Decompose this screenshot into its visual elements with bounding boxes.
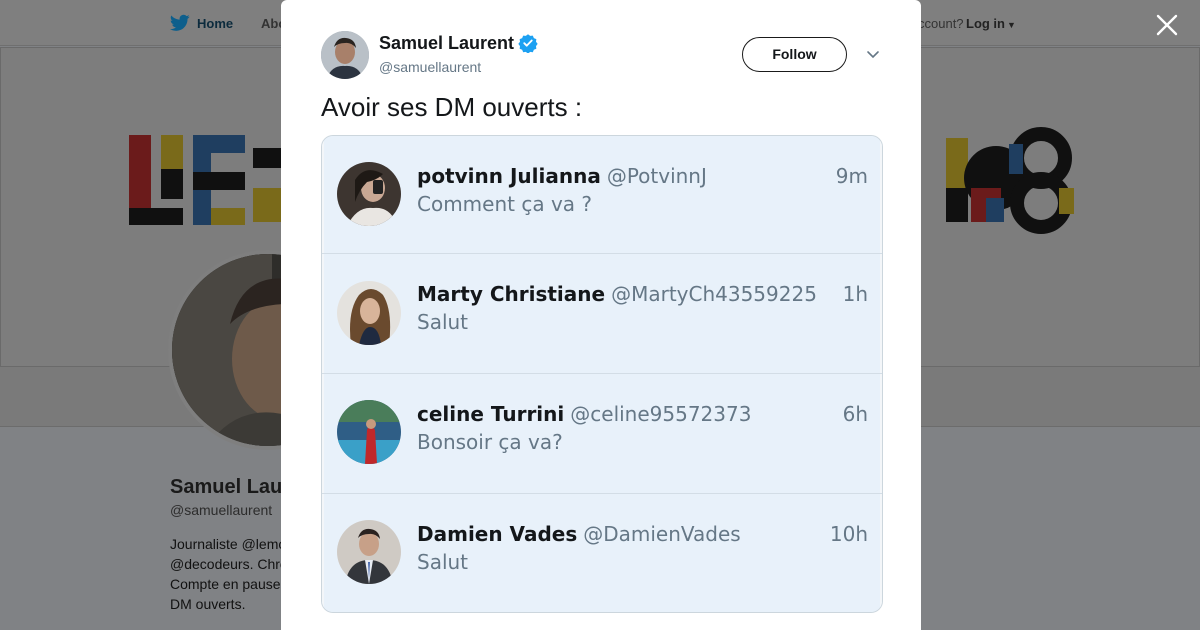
dm-sender-handle: @PotvinnJ [606, 164, 707, 188]
dm-time: 10h [829, 522, 868, 546]
author-handle[interactable]: @samuellaurent [379, 59, 481, 75]
dm-time: 9m [835, 164, 868, 188]
bio-line: Journaliste @lemo [170, 536, 287, 552]
dm-avatar [337, 281, 401, 345]
chevron-down-icon[interactable] [866, 47, 880, 61]
dm-avatar [337, 520, 401, 584]
dm-sender-handle: @MartyCh43559225 [611, 282, 817, 306]
dm-list-item: potvinn Julianna @PotvinnJ 9m Comment ça … [322, 136, 882, 254]
dm-list-item: Marty Christiane @MartyCh43559225 1h Salu… [322, 254, 882, 374]
tweet-text: Avoir ses DM ouverts : [321, 92, 583, 122]
bio-line: DM ouverts. [170, 596, 246, 612]
dm-avatar-photo [337, 400, 401, 464]
author-photo-image [321, 31, 369, 79]
login-link[interactable]: Log in ▼ [966, 16, 1016, 31]
dm-sender-handle: @celine95572373 [570, 402, 752, 426]
dm-header: celine Turrini @celine95572373 [417, 402, 751, 426]
author-name[interactable]: Samuel Laurent [379, 33, 514, 54]
login-label[interactable]: Log in [966, 16, 1005, 31]
dm-sender-name: Marty Christiane [417, 282, 606, 306]
profile-bio: Journaliste @lemo @decodeurs. Chro Compt… [170, 534, 290, 614]
dm-message-preview: Bonsoir ça va? [417, 430, 563, 454]
dm-header: Damien Vades @DamienVades [417, 522, 741, 546]
dm-message-preview: Salut [417, 550, 469, 574]
dm-message-preview: Comment ça va ? [417, 192, 593, 216]
author-avatar[interactable] [321, 31, 369, 79]
dm-time: 6h [842, 402, 868, 426]
close-icon[interactable] [1155, 13, 1179, 37]
dm-avatar-photo [337, 281, 401, 345]
verified-badge-icon [518, 34, 538, 53]
dm-message-preview: Salut [417, 310, 469, 334]
dm-header: potvinn Julianna @PotvinnJ [417, 164, 707, 188]
profile-handle[interactable]: @samuellaurent [170, 502, 272, 518]
dm-avatar [337, 162, 401, 226]
dm-avatar [337, 400, 401, 464]
twitter-bird-icon[interactable] [170, 14, 190, 32]
dm-avatar-photo [337, 520, 401, 584]
bio-line: Compte en pause [170, 576, 281, 592]
dm-screenshot-image[interactable]: potvinn Julianna @PotvinnJ 9m Comment ça … [321, 135, 883, 613]
dm-sender-name: celine Turrini [417, 402, 565, 426]
bio-line: @decodeurs. Chro [170, 556, 288, 572]
dm-list-item: Damien Vades @DamienVades 10h Salut [322, 494, 882, 612]
caret-down-icon: ▼ [1007, 20, 1016, 30]
tweet-modal: Samuel Laurent @samuellaurent Follow Avo… [281, 0, 921, 630]
profile-name[interactable]: Samuel Lau [170, 476, 282, 499]
dm-header: Marty Christiane @MartyCh43559225 [417, 282, 817, 306]
dm-avatar-photo [337, 162, 401, 226]
follow-button[interactable]: Follow [742, 37, 847, 72]
dm-sender-name: potvinn Julianna [417, 164, 601, 188]
dm-sender-name: Damien Vades [417, 522, 578, 546]
nav-home-link[interactable]: Home [197, 16, 233, 31]
dm-sender-handle: @DamienVades [583, 522, 741, 546]
dm-list-item: celine Turrini @celine95572373 6h Bonsoir… [322, 374, 882, 494]
dm-time: 1h [842, 282, 868, 306]
have-account-text: ccount? [918, 16, 964, 31]
